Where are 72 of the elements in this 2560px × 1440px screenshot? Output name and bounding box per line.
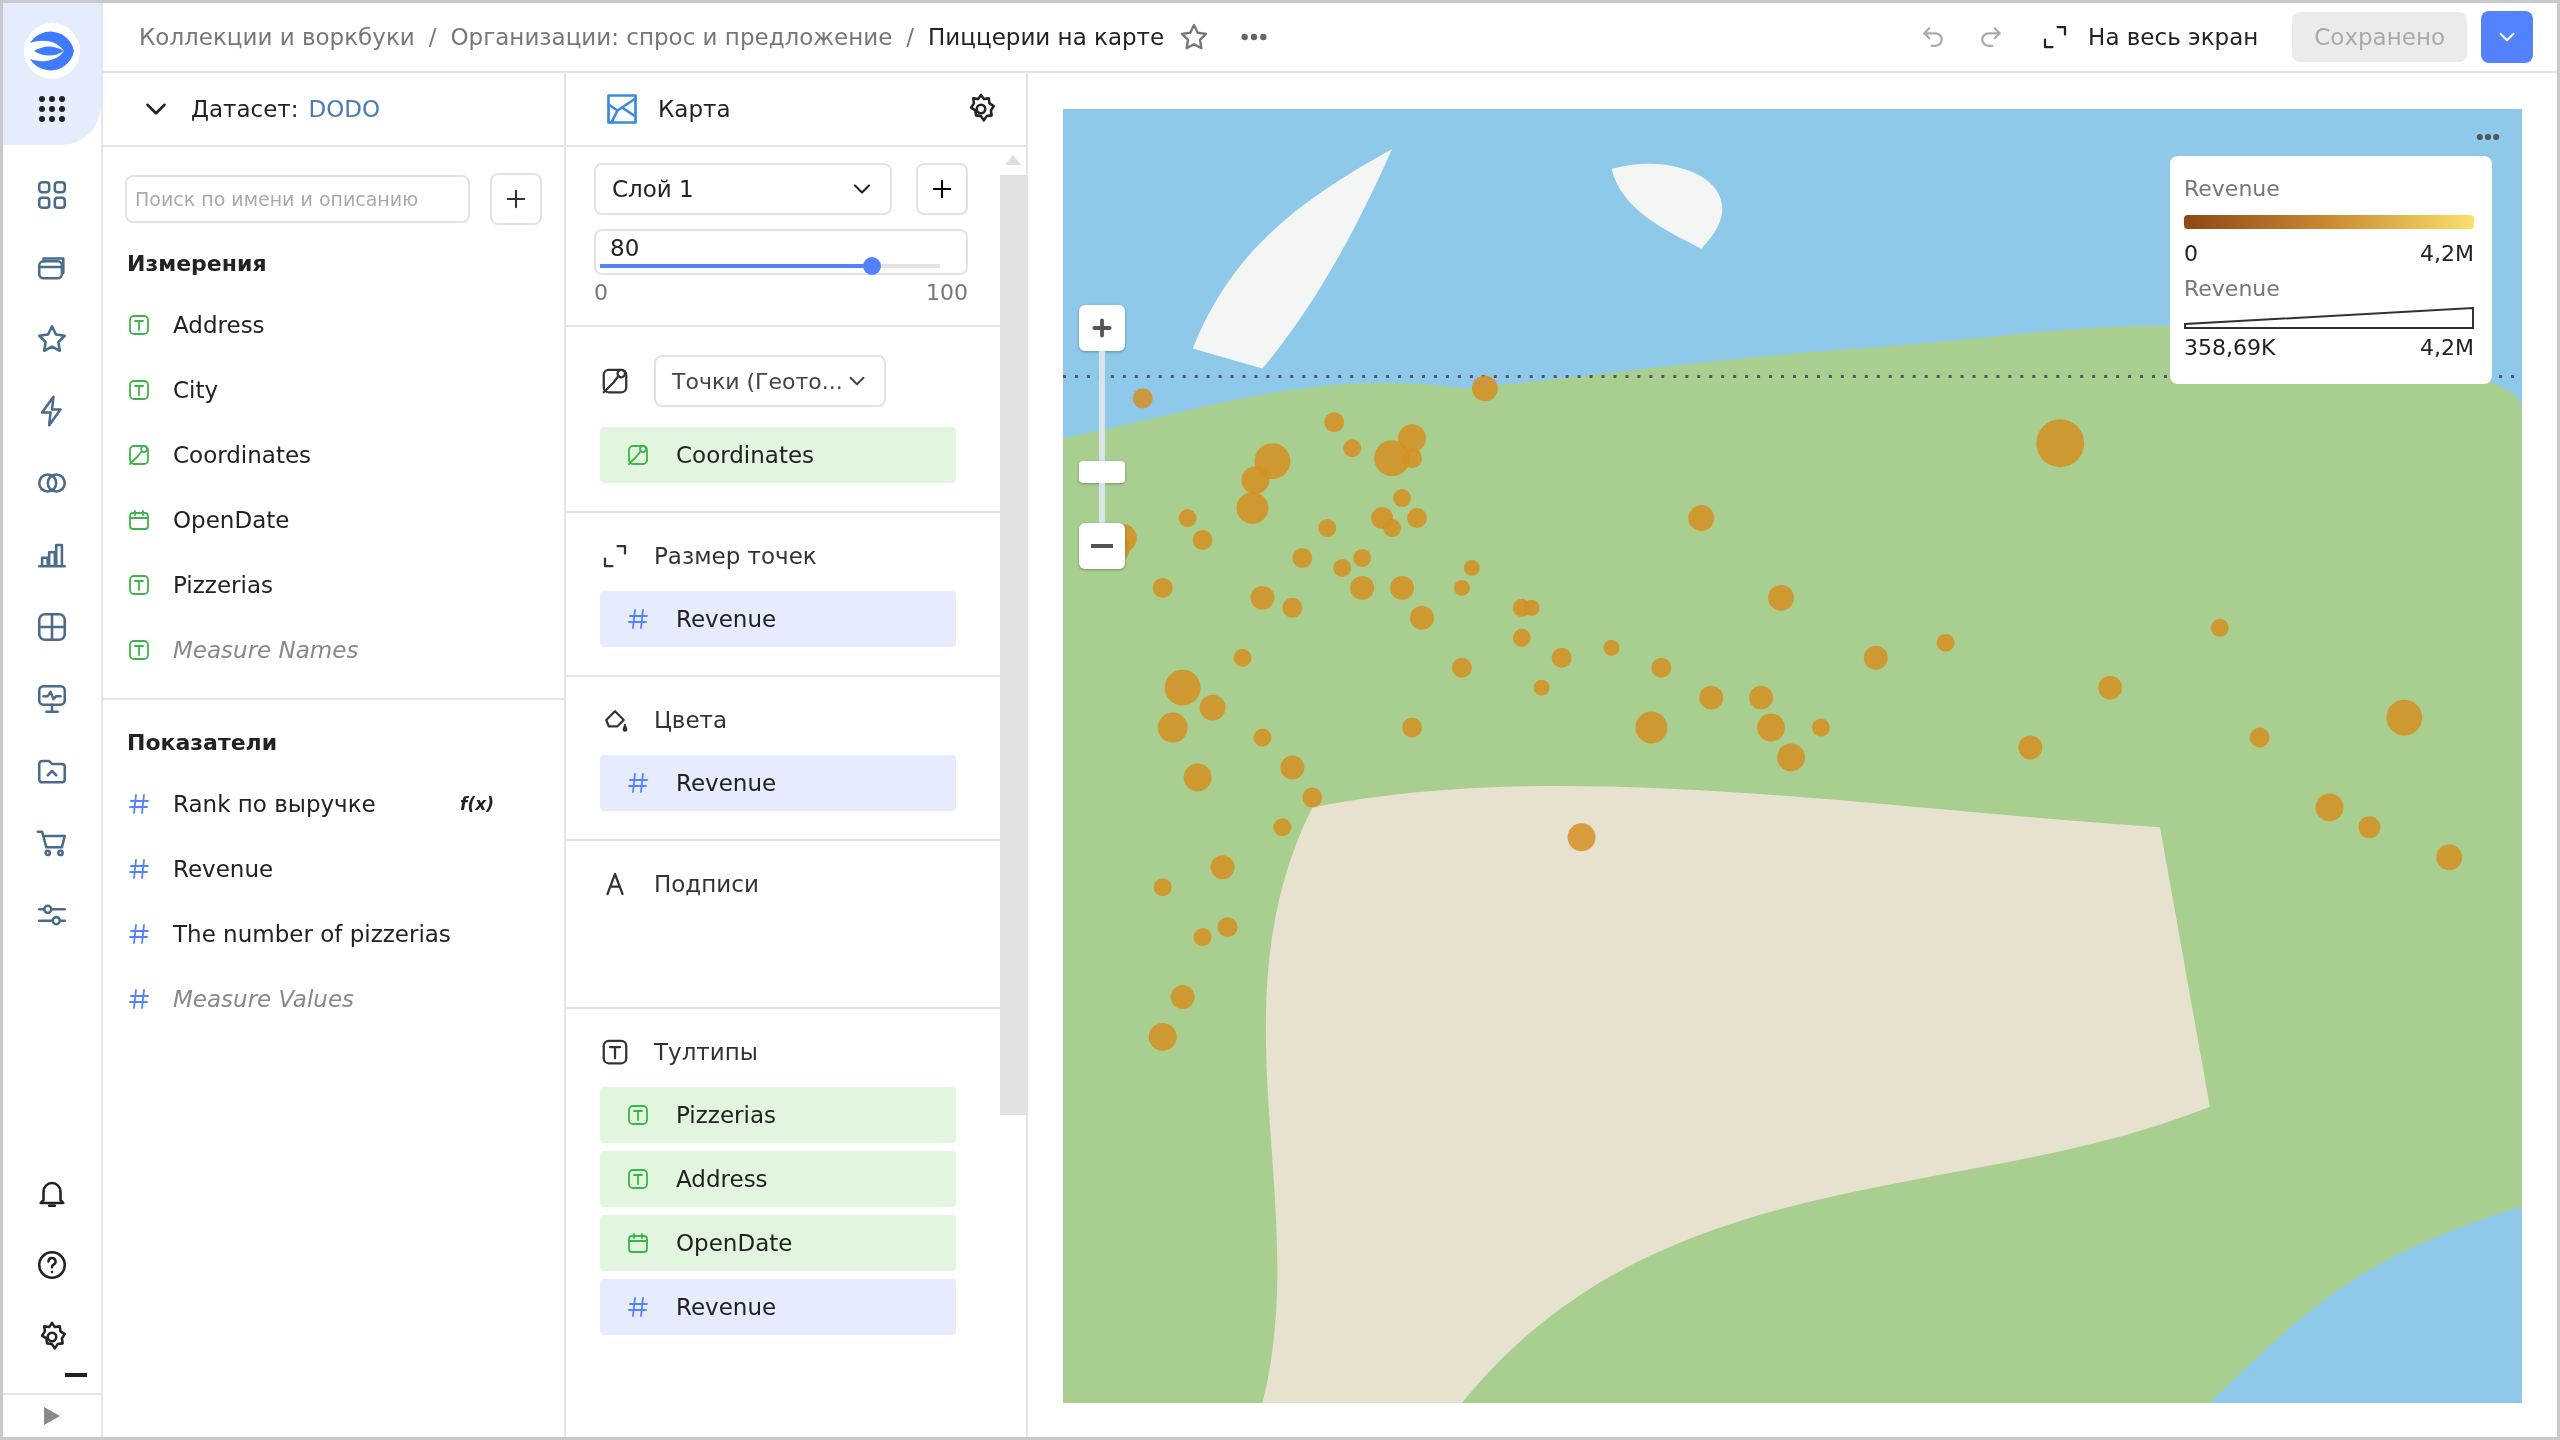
legend-min: 0 xyxy=(2184,241,2198,266)
legend-max: 4,2M xyxy=(2420,241,2474,266)
geo-type-icon xyxy=(626,443,650,467)
search-field[interactable]: Поиск по имени и описанию xyxy=(125,175,471,223)
formula-mark: f(x) xyxy=(460,793,494,814)
section-title: Измерения xyxy=(126,250,268,278)
grid-icon[interactable] xyxy=(35,178,69,212)
expand-icon[interactable] xyxy=(42,1405,62,1427)
geo-layer-icon xyxy=(600,366,630,396)
text-type-icon xyxy=(626,1103,650,1127)
breadcrumb-separator: / xyxy=(906,24,915,50)
field-chip[interactable]: OpenDate xyxy=(600,1215,956,1271)
slider-max: 100 xyxy=(926,280,968,305)
map-icon xyxy=(604,91,640,127)
add-field-button[interactable] xyxy=(490,173,542,225)
breadcrumb-link[interactable]: Пиццерии на карте xyxy=(928,24,1165,50)
text-type-icon xyxy=(600,1037,630,1067)
field-chip[interactable]: Pizzerias xyxy=(600,1087,956,1143)
field-chip[interactable]: Revenue xyxy=(600,755,956,811)
text-type-icon xyxy=(127,637,151,662)
legend-title: Revenue xyxy=(2184,276,2281,301)
minus-icon xyxy=(1091,544,1113,548)
number-type-icon xyxy=(127,986,151,1011)
dataset-label: Датасет: xyxy=(191,96,299,122)
chart-type-title[interactable]: Карта xyxy=(658,96,731,122)
section-title: Показатели xyxy=(126,729,279,757)
zoom-out-button[interactable] xyxy=(1079,523,1125,569)
dataset-name[interactable]: DODO xyxy=(308,96,381,122)
slider-thumb[interactable] xyxy=(863,257,881,275)
legend-max: 4,2M xyxy=(2420,335,2474,360)
number-type-icon xyxy=(626,1295,650,1319)
number-type-icon xyxy=(626,607,650,631)
layer-select[interactable]: Слой 1 xyxy=(594,163,892,215)
field-chip[interactable]: Revenue xyxy=(600,591,956,647)
field-chip[interactable]: Revenue xyxy=(600,1279,956,1335)
legend-min: 358,69K xyxy=(2184,335,2276,360)
number-type-icon xyxy=(626,771,650,795)
number-type-icon xyxy=(127,921,151,946)
help-icon[interactable] xyxy=(35,1248,69,1282)
breadcrumb-link[interactable]: Коллекции и воркбуки xyxy=(139,24,415,50)
table-icon[interactable] xyxy=(35,610,69,644)
geo-type-icon xyxy=(127,442,151,467)
logo-icon[interactable] xyxy=(22,21,82,81)
legend-title: Revenue xyxy=(2184,176,2281,201)
calendar-icon xyxy=(626,1231,650,1255)
number-type-icon xyxy=(127,791,151,816)
save-options-button[interactable] xyxy=(2481,11,2533,63)
text-type-icon xyxy=(127,377,151,402)
add-layer-button[interactable] xyxy=(916,163,968,215)
section-title: Цвета xyxy=(654,707,728,733)
field-chip[interactable]: Coordinates xyxy=(600,427,956,483)
fullscreen-button[interactable]: На весь экран xyxy=(2020,22,2279,52)
opacity-field[interactable]: 80 xyxy=(594,229,968,275)
breadcrumb-separator: / xyxy=(428,24,437,50)
geotype-select[interactable]: Точки (Геото... xyxy=(654,355,886,407)
text-type-icon xyxy=(127,312,151,337)
scrollbar-thumb[interactable] xyxy=(1000,175,1026,1115)
field-chip[interactable]: Address xyxy=(600,1151,956,1207)
monitor-icon[interactable] xyxy=(35,682,69,716)
text-type-icon xyxy=(626,1167,650,1191)
zoom-slider-handle[interactable] xyxy=(1079,461,1125,483)
slider-min: 0 xyxy=(594,280,608,305)
section-title: Тултипы xyxy=(654,1039,758,1065)
collapse-icon[interactable] xyxy=(65,1373,87,1379)
breadcrumb-link[interactable]: Организации: спрос и предложение xyxy=(450,24,893,50)
apps-menu-icon[interactable] xyxy=(38,95,66,123)
section-title: Размер точек xyxy=(654,543,817,569)
text-type-icon xyxy=(127,572,151,597)
zoom-in-button[interactable] xyxy=(1079,305,1125,351)
calendar-icon xyxy=(127,507,151,532)
number-type-icon xyxy=(127,856,151,881)
section-title: Подписи xyxy=(654,871,759,897)
